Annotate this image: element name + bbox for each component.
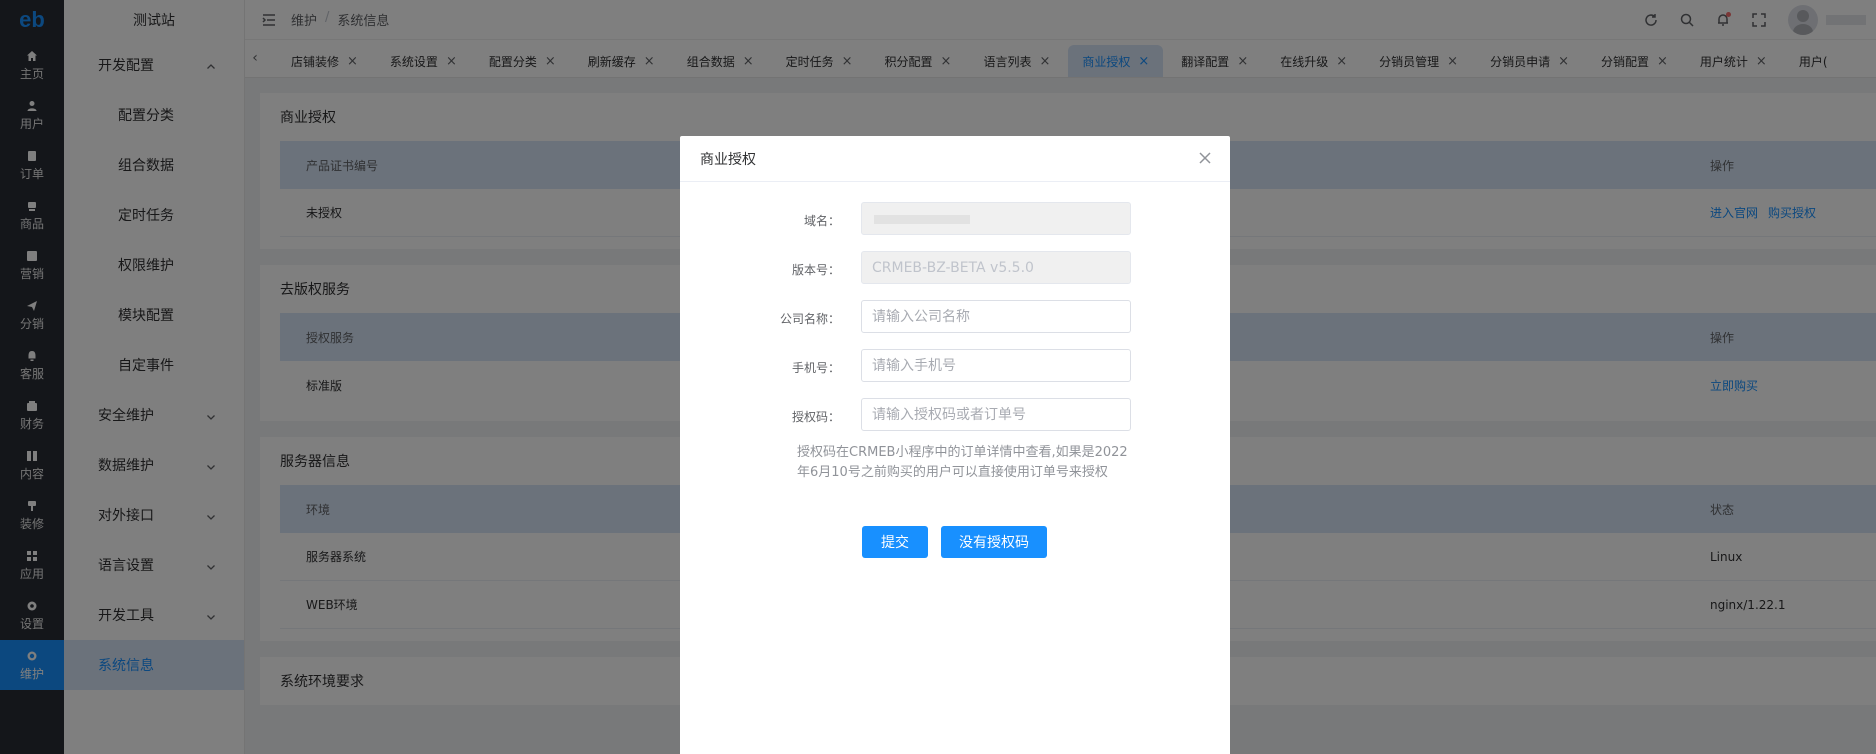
submit-button[interactable]: 提交	[862, 526, 928, 558]
form-row-code: 授权码：	[680, 398, 1230, 447]
form-label: 手机号：	[791, 361, 840, 375]
close-icon[interactable]	[1198, 151, 1212, 165]
modal-actions: 提交 没有授权码	[862, 526, 1047, 558]
domain-value-blurred	[874, 215, 970, 224]
form-row-version: 版本号：	[680, 251, 1230, 300]
auth-code-hint: 授权码在CRMEB小程序中的订单详情中查看,如果是2022年6月10号之前购买的…	[797, 445, 1128, 480]
form-label: 域名：	[803, 214, 840, 228]
form-row-phone: 手机号：	[680, 349, 1230, 398]
form-label: 授权码：	[791, 410, 840, 424]
phone-input[interactable]	[861, 349, 1131, 382]
no-code-button[interactable]: 没有授权码	[941, 526, 1047, 558]
form-label: 公司名称：	[779, 312, 840, 326]
company-input[interactable]	[861, 300, 1131, 333]
license-form: 域名： 版本号： 公司名称： 手机号： 授权码：	[680, 202, 1230, 447]
form-label: 版本号：	[791, 263, 840, 277]
modal-title: 商业授权	[700, 151, 756, 168]
version-input	[861, 251, 1131, 284]
form-row-domain: 域名：	[680, 202, 1230, 251]
modal-header: 商业授权	[680, 136, 1230, 182]
license-modal: 商业授权 域名： 版本号： 公司名称： 手机号： 授权码： 授权码在CRMEB小…	[680, 136, 1230, 754]
auth-code-input[interactable]	[861, 398, 1131, 431]
form-row-company: 公司名称：	[680, 300, 1230, 349]
